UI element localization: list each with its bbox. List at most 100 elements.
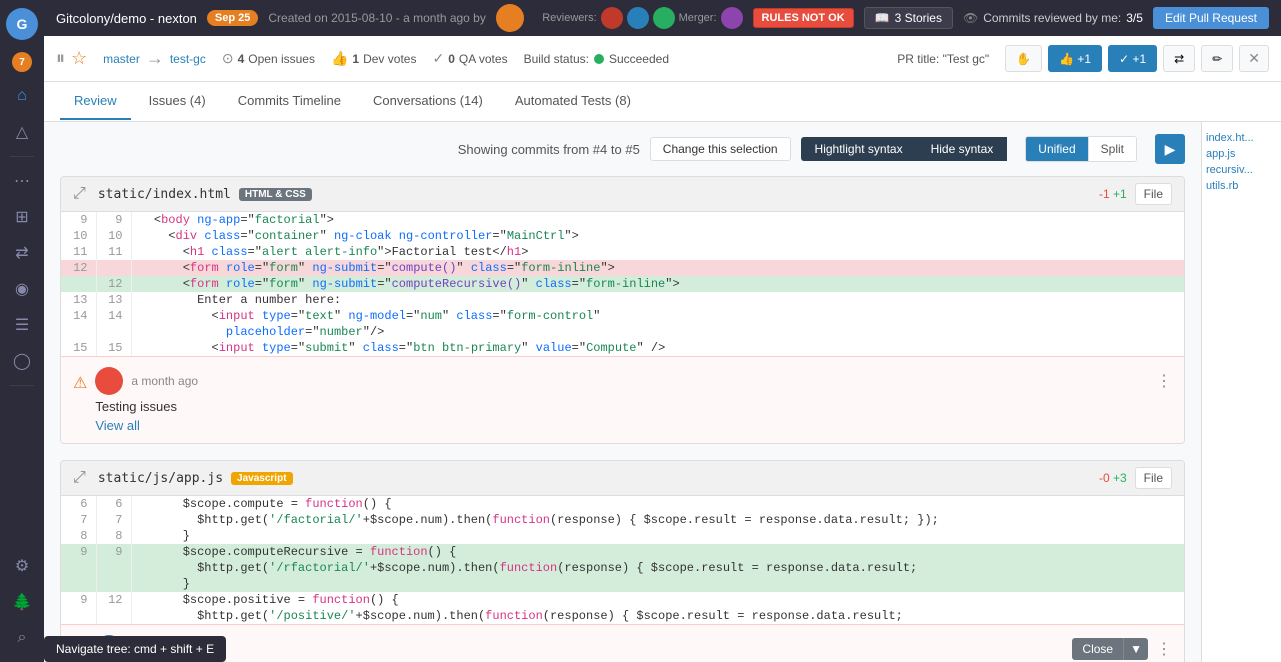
hide-syntax-button[interactable]: Hide syntax: [917, 137, 1008, 161]
line-num-left: 15: [61, 340, 96, 356]
right-panel-link-1[interactable]: index.ht...: [1206, 130, 1277, 146]
file-block-app-js: ⤢ static/js/app.js Javascript -0 +3 File…: [60, 460, 1185, 662]
sidebar-item-dots1[interactable]: ⋯: [6, 165, 38, 197]
build-status: Build status: Succeeded: [524, 52, 669, 66]
line-num-left: [61, 276, 96, 292]
view-toggle: Unified Split: [1025, 136, 1137, 162]
code-line-added: 12 <form role="form" ng-submit="computeR…: [61, 276, 1184, 292]
view-all-link[interactable]: View all: [95, 418, 1172, 433]
edit-pr-button[interactable]: Edit Pull Request: [1153, 7, 1269, 29]
author-avatar: [496, 4, 524, 32]
stories-button[interactable]: 📖 3 Stories: [864, 7, 953, 29]
comment-row-2: ⚠ 8 months ago Close ▼: [61, 624, 1184, 662]
close-button[interactable]: Close: [1072, 638, 1123, 660]
tab-issues[interactable]: Issues (4): [135, 83, 220, 120]
comment-avatar-1: [95, 367, 123, 395]
line-num-left: [61, 324, 96, 340]
reviewer-avatar-2: [627, 7, 649, 29]
video-button[interactable]: ▶: [1155, 134, 1185, 164]
comment-body-1: ⚠ a month ago ⋮ Testing issues View all: [61, 356, 1184, 443]
sidebar-item-settings[interactable]: ⚙: [6, 550, 38, 582]
comment-more-icon-1[interactable]: ⋮: [1156, 371, 1172, 391]
comment-more-icon-2[interactable]: ⋮: [1156, 639, 1172, 659]
close-dropdown-button[interactable]: ▼: [1123, 638, 1148, 660]
line-num-right: 12: [96, 276, 131, 292]
expand-icon-2[interactable]: ⤢: [73, 469, 86, 487]
right-panel-link-4[interactable]: utils.rb: [1206, 178, 1277, 194]
build-dot: [594, 54, 604, 64]
line-num-right: [96, 576, 131, 592]
change-selection-button[interactable]: Change this selection: [650, 137, 791, 161]
split-view-button[interactable]: Split: [1089, 137, 1136, 161]
tab-conversations[interactable]: Conversations (14): [359, 83, 497, 120]
pause-icon[interactable]: ⏸: [56, 48, 65, 69]
sidebar-item-alerts[interactable]: △: [6, 116, 38, 148]
branch-to: test-gc: [170, 52, 206, 66]
sidebar-item-home[interactable]: ⌂: [6, 80, 38, 112]
checkmark-plus1-button[interactable]: ✓ +1: [1108, 45, 1157, 72]
line-num-right: [96, 608, 131, 624]
content-area: Showing commits from #4 to #5 Change thi…: [44, 122, 1281, 662]
file-button-1[interactable]: File: [1135, 183, 1172, 205]
line-num-right: 13: [96, 292, 131, 308]
sidebar-item-list[interactable]: ☰: [6, 309, 38, 341]
qa-votes-label: QA votes: [459, 52, 508, 66]
commits-reviewed-label: Commits reviewed by me:: [983, 11, 1121, 25]
sidebar-item-grid[interactable]: ⊞: [6, 201, 38, 233]
unified-view-button[interactable]: Unified: [1026, 137, 1088, 161]
warning-area: ⚠: [73, 367, 87, 399]
star-icon[interactable]: ☆: [71, 48, 87, 69]
expand-icon-1[interactable]: ⤢: [73, 185, 86, 203]
hand-action-button[interactable]: ✋: [1005, 45, 1042, 72]
line-num-left: [61, 560, 96, 576]
branch-from: master: [103, 52, 140, 66]
tab-commits-timeline[interactable]: Commits Timeline: [224, 83, 355, 120]
sidebar-badge: 7: [12, 52, 32, 72]
sidebar-item-search[interactable]: ⌕: [6, 622, 38, 654]
code-content: <body ng-app="factorial">: [131, 212, 1184, 228]
line-num-right: 14: [96, 308, 131, 324]
sidebar-item-merge[interactable]: ⇄: [6, 237, 38, 269]
issues-icon: ⊙: [222, 50, 234, 67]
sidebar-item-tree[interactable]: 🌲: [6, 586, 38, 618]
line-num-left: 8: [61, 528, 96, 544]
tab-review[interactable]: Review: [60, 83, 131, 120]
right-panel-link-3[interactable]: recursiv...: [1206, 162, 1277, 178]
sidebar-item-circle[interactable]: ◉: [6, 273, 38, 305]
line-num-left: 12: [61, 260, 96, 276]
code-content: $http.get('/factorial/'+$scope.num).then…: [131, 512, 1184, 528]
stat-minus-1: -1: [1099, 187, 1110, 201]
dev-votes-stat: 👍 1 Dev votes: [331, 50, 416, 67]
line-num-left: 7: [61, 512, 96, 528]
date-badge: Sep 25: [207, 10, 258, 26]
highlight-syntax-button[interactable]: Hightlight syntax: [801, 137, 917, 161]
qa-votes-stat: ✓ 0 QA votes: [432, 50, 507, 67]
line-num-left: 10: [61, 228, 96, 244]
merge-action-button[interactable]: ⇄: [1163, 45, 1195, 72]
right-panel-link-2[interactable]: app.js: [1206, 146, 1277, 162]
pr-title-value: "Test gc": [943, 52, 990, 66]
sidebar-item-group[interactable]: ◯: [6, 345, 38, 377]
close-action-button[interactable]: ✕: [1239, 45, 1269, 72]
code-table-2: 6 6 $scope.compute = function() { 7 7 $h…: [61, 496, 1184, 624]
file-button-2[interactable]: File: [1135, 467, 1172, 489]
comment-content-1: a month ago ⋮ Testing issues View all: [95, 367, 1172, 433]
dev-votes-count: 1: [352, 52, 359, 66]
line-num-right: 9: [96, 544, 131, 560]
sidebar-divider-2: [10, 385, 34, 386]
app-logo[interactable]: G: [6, 8, 38, 40]
build-status-value: Succeeded: [609, 52, 669, 66]
file-name-2: static/js/app.js: [98, 471, 223, 486]
created-info: Created on 2015-08-10 - a month ago by: [268, 11, 485, 25]
thumbsup-plus1-button[interactable]: 👍 +1: [1048, 45, 1102, 72]
sidebar: G 7 ⌂ △ ⋯ ⊞ ⇄ ◉ ☰ ◯ ⚙ 🌲 ⌕: [0, 0, 44, 662]
right-panel: index.ht... app.js recursiv... utils.rb: [1201, 122, 1281, 662]
edit-action-button[interactable]: ✏: [1201, 45, 1233, 72]
reviewers-section: Reviewers: Merger:: [542, 7, 742, 29]
line-num-right: 6: [96, 496, 131, 512]
pause-btn-area: ⏸ ☆: [56, 48, 87, 69]
warning-icon: ⚠: [73, 373, 87, 393]
tab-automated-tests[interactable]: Automated Tests (8): [501, 83, 645, 120]
code-line-added: }: [61, 576, 1184, 592]
reviewers-label: Reviewers:: [542, 12, 596, 24]
